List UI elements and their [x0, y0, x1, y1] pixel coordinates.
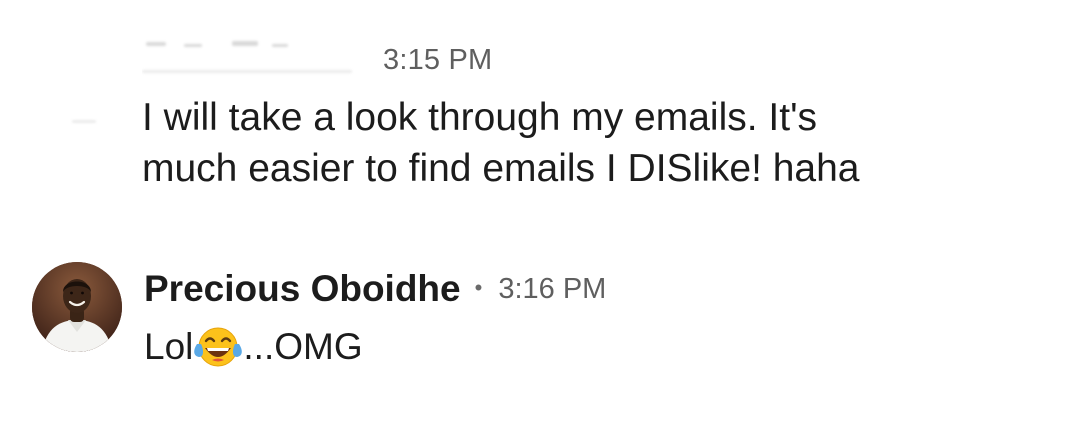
message-text: Lol ...OMG [144, 322, 363, 372]
message-text-line: I will take a look through my emails. It… [142, 96, 818, 139]
message-timestamp: 3:15 PM [383, 44, 493, 76]
message-text-part: Lol [144, 326, 194, 367]
face-with-tears-of-joy-icon [191, 322, 245, 372]
message-item: 3:15 PM I will take a look through my em… [0, 0, 1080, 220]
sender-name[interactable]: Precious Oboidhe [144, 268, 461, 310]
message-text-part: ...OMG [243, 326, 363, 367]
avatar-photo-icon [32, 262, 122, 352]
avatar[interactable] [32, 262, 122, 352]
message-timestamp: 3:16 PM [498, 272, 607, 305]
message-header: Precious Oboidhe • 3:16 PM [144, 264, 606, 314]
message-text-line: much easier to find emails I DISlike! ha… [142, 147, 860, 190]
faded-avatar-placeholder [72, 120, 96, 123]
redacted-sender-name [142, 36, 362, 78]
message-text: I will take a look through my emails. It… [142, 92, 1022, 194]
separator-dot: • [474, 275, 483, 300]
